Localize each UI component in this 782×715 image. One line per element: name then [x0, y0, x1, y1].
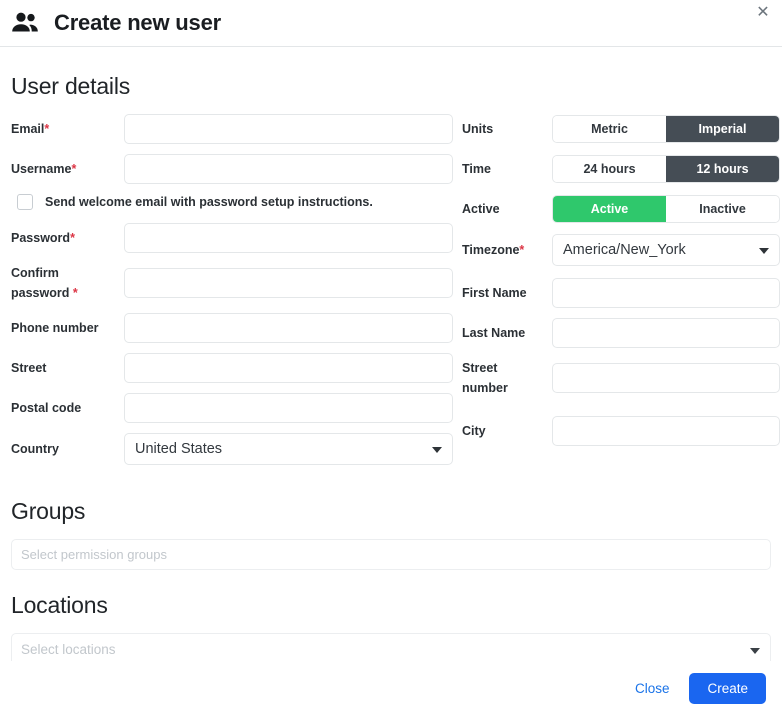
label-confirm-password: Confirm password * — [11, 266, 78, 300]
time-option-12-hours[interactable]: 12 hours — [666, 156, 779, 182]
units-toggle-group[interactable]: Metric Imperial — [552, 115, 780, 143]
section-title-groups: Groups — [11, 498, 86, 524]
field-row-active: Active Active Inactive — [462, 194, 780, 224]
username-input[interactable] — [124, 154, 453, 184]
label-password: Password* — [11, 231, 75, 245]
modal-header: Create new user ✕ — [0, 0, 782, 47]
field-row-timezone: Timezone* America/New_York — [462, 234, 780, 266]
label-street-number: Street number — [462, 361, 508, 395]
active-option-inactive[interactable]: Inactive — [666, 196, 779, 222]
label-time: Time — [462, 162, 491, 176]
permission-groups-placeholder: Select permission groups — [21, 547, 167, 562]
field-row-units: Units Metric Imperial — [462, 114, 780, 144]
label-country: Country — [11, 442, 59, 456]
welcome-email-checkbox[interactable] — [17, 194, 33, 210]
required-asterisk: * — [72, 286, 78, 300]
label-street: Street — [11, 361, 47, 375]
field-row-confirm-password: Confirm password * — [11, 263, 453, 303]
last-name-input[interactable] — [552, 318, 780, 348]
field-row-email: Email* — [11, 114, 453, 144]
country-select[interactable]: United States — [124, 433, 453, 465]
field-row-password: Password* — [11, 223, 453, 253]
chevron-down-icon — [750, 647, 760, 654]
field-row-street-number: Street number — [462, 358, 780, 398]
postal-code-input[interactable] — [124, 393, 453, 423]
welcome-email-checkbox-row[interactable]: Send welcome email with password setup i… — [17, 194, 453, 210]
close-icon[interactable]: ✕ — [750, 0, 776, 26]
timezone-select-value: America/New_York — [563, 242, 686, 258]
label-username: Username* — [11, 162, 77, 176]
right-column: Units Metric Imperial Time 24 hours 12 h… — [462, 114, 780, 475]
user-details-columns: Email* Username* Send welcome email with… — [11, 114, 780, 475]
field-row-last-name: Last Name — [462, 318, 780, 348]
people-icon — [10, 11, 40, 35]
section-title-user-details: User details — [11, 73, 131, 99]
confirm-password-input[interactable] — [124, 268, 453, 298]
required-asterisk: * — [44, 122, 50, 136]
section-title-locations: Locations — [11, 592, 108, 618]
chevron-down-icon — [432, 447, 442, 453]
label-postal-code: Postal code — [11, 401, 82, 415]
street-number-input[interactable] — [552, 363, 780, 393]
locations-placeholder: Select locations — [21, 642, 116, 657]
time-option-24-hours[interactable]: 24 hours — [553, 156, 666, 182]
field-row-country: Country United States — [11, 433, 453, 465]
units-option-metric[interactable]: Metric — [553, 116, 666, 142]
field-row-postal-code: Postal code — [11, 393, 453, 423]
field-row-time: Time 24 hours 12 hours — [462, 154, 780, 184]
label-units: Units — [462, 122, 494, 136]
active-toggle-group[interactable]: Active Inactive — [552, 195, 780, 223]
left-column: Email* Username* Send welcome email with… — [11, 114, 453, 475]
label-phone-number: Phone number — [11, 321, 99, 335]
page-title: Create new user — [54, 10, 221, 35]
close-button[interactable]: Close — [625, 675, 680, 702]
required-asterisk: * — [70, 231, 75, 245]
label-city: City — [462, 424, 486, 438]
country-select-value: United States — [135, 441, 223, 457]
chevron-down-icon — [759, 248, 769, 254]
first-name-input[interactable] — [552, 278, 780, 308]
field-row-city: City — [462, 416, 780, 446]
required-asterisk: * — [519, 243, 525, 257]
field-row-username: Username* — [11, 154, 453, 184]
field-row-street: Street — [11, 353, 453, 383]
street-input[interactable] — [124, 353, 453, 383]
field-row-first-name: First Name — [462, 278, 780, 308]
time-toggle-group[interactable]: 24 hours 12 hours — [552, 155, 780, 183]
city-input[interactable] — [552, 416, 780, 446]
label-last-name: Last Name — [462, 326, 526, 340]
create-button[interactable]: Create — [689, 672, 766, 704]
label-first-name: First Name — [462, 286, 527, 300]
field-row-phone-number: Phone number — [11, 313, 453, 343]
modal-body: User details Email* Username* Send welco… — [0, 73, 782, 666]
label-email: Email* — [11, 122, 50, 136]
timezone-select[interactable]: America/New_York — [552, 234, 780, 266]
active-option-active[interactable]: Active — [553, 196, 666, 222]
password-input[interactable] — [124, 223, 453, 253]
create-new-user-modal: Create new user ✕ User details Email* Us… — [0, 0, 782, 715]
welcome-email-label: Send welcome email with password setup i… — [45, 195, 373, 209]
label-active: Active — [462, 202, 500, 216]
phone-number-input[interactable] — [124, 313, 453, 343]
units-option-imperial[interactable]: Imperial — [666, 116, 779, 142]
required-asterisk: * — [71, 162, 77, 176]
modal-footer: Close Create — [0, 661, 782, 715]
email-input[interactable] — [124, 114, 453, 144]
permission-groups-select[interactable]: Select permission groups — [11, 539, 771, 570]
label-timezone: Timezone* — [462, 243, 525, 257]
